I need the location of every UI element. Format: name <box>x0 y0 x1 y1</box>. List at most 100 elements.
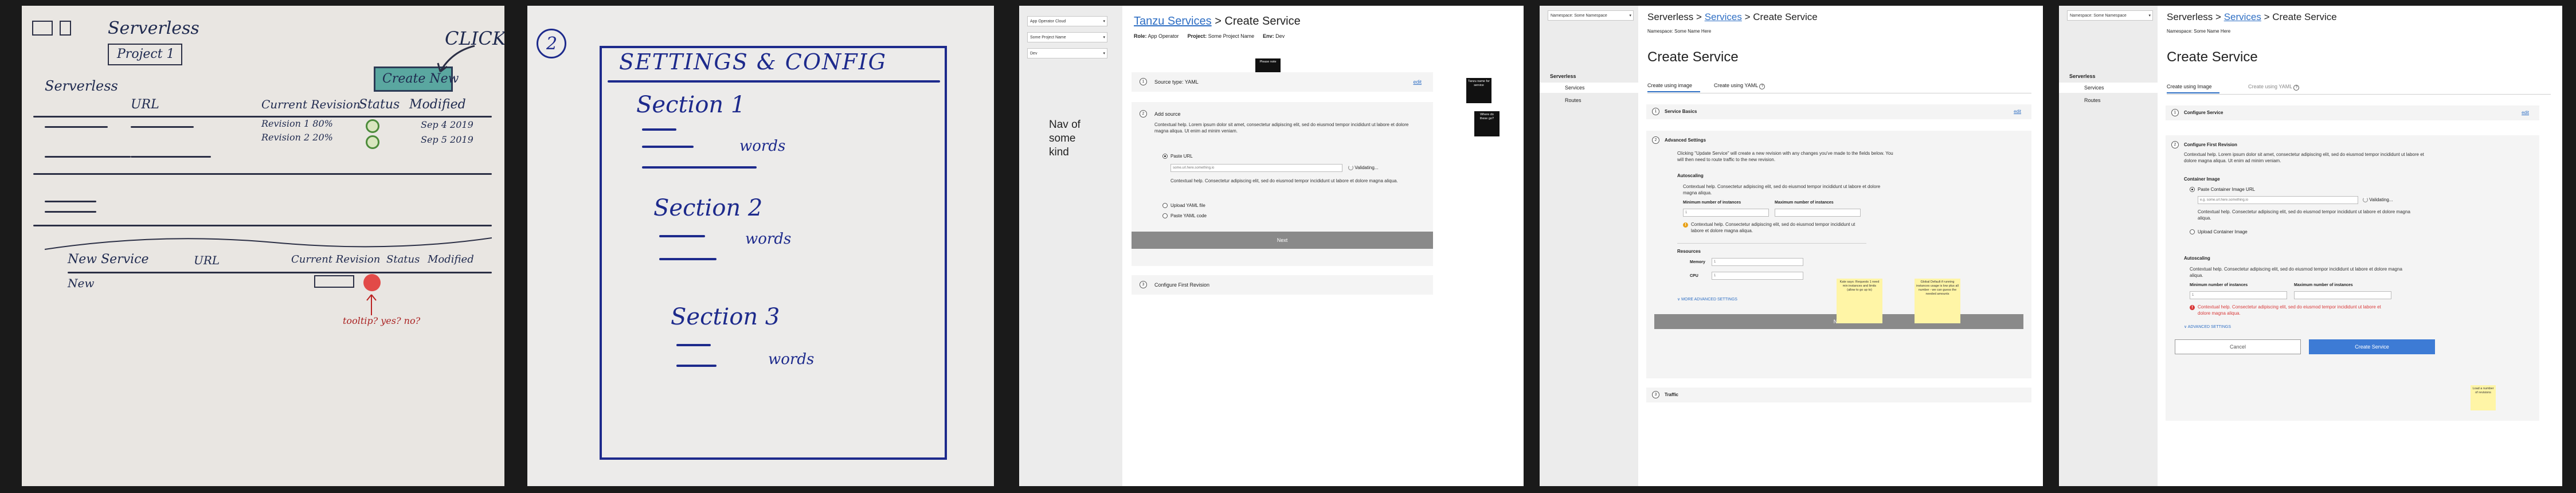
step-1-card[interactable]: 1 Service Basics edit <box>1646 104 2031 119</box>
create-service-button[interactable]: Create Service <box>2309 339 2435 354</box>
step-3-card[interactable]: 3 Traffic <box>1646 388 2031 402</box>
namespace-select-value: Namespace: Some Namespace <box>1551 14 1607 18</box>
advanced-settings-toggle[interactable]: ∨ ADVANCED SETTINGS <box>2184 324 2231 329</box>
breadcrumb-root: Serverless <box>2167 11 2213 22</box>
sketch-rule <box>68 272 492 273</box>
tab-create-using-image[interactable]: Create using Image <box>2167 84 2212 89</box>
breadcrumb-link-services[interactable]: Services <box>1705 11 1742 22</box>
wireframe-serverless-advanced-settings: Namespace: Some Namespace ▾ Serverless Se… <box>1540 6 2043 486</box>
sketch-scribble <box>45 201 96 202</box>
step-2-label: Configure First Revision <box>2184 142 2237 147</box>
container-url-input[interactable]: e.g. some.url.here.something.io <box>2198 196 2358 204</box>
side-nav-item-services[interactable]: Services <box>1540 83 1638 93</box>
sketch-col-3: Current Revision <box>261 97 361 111</box>
side-nav-title: Serverless <box>1550 73 1576 79</box>
step-2-label: Advanced Settings <box>1665 138 1706 143</box>
sketch-scribble <box>45 126 108 128</box>
radio-upload-container[interactable] <box>2190 229 2195 234</box>
memory-label: Memory <box>1690 260 1705 264</box>
sketch-words-2: words <box>745 230 792 248</box>
left-nav: App Operator Cloud ▾ Some Project Name ▾ D… <box>1019 6 1122 486</box>
sketch-rev-2: Revision 2 20% <box>261 132 333 143</box>
memory-input[interactable]: 1 <box>1712 258 1803 266</box>
sketch-heading-rule <box>608 80 940 83</box>
step-3-card[interactable]: 3 Configure First Revision <box>1132 275 1433 295</box>
radio-upload-container-label: Upload Container Image <box>2198 229 2248 234</box>
step-number: 2 <box>1140 110 1147 118</box>
cpu-label: CPU <box>1690 274 1698 278</box>
sketch-scribble <box>131 126 194 128</box>
yellow-sticky-note: Load a number of revisions <box>2471 385 2496 410</box>
side-nav-item-label: Services <box>1565 85 1585 91</box>
cancel-button[interactable]: Cancel <box>2175 339 2301 354</box>
min-instances-input[interactable]: 1 <box>1683 209 1769 217</box>
next-button[interactable]: Next <box>1132 232 1433 249</box>
step-1-edit-link[interactable]: edit <box>1413 79 1422 85</box>
step-1-edit-link[interactable]: edit <box>2014 109 2021 114</box>
left-nav: Namespace: Some Namespace ▾ Serverless Se… <box>2059 6 2158 486</box>
env-select[interactable]: Dev ▾ <box>1027 48 1107 58</box>
validating-text: Validating... <box>2369 197 2393 202</box>
radio-paste-yaml-label: Paste YAML code <box>1170 213 1207 218</box>
url-help: Contextual help. Consectetur adipiscing … <box>1170 178 1398 183</box>
advanced-settings-label: ADVANCED SETTINGS <box>2187 325 2232 329</box>
chevron-down-icon: ▾ <box>1629 14 1631 18</box>
page-title: Create Service <box>1647 49 1739 65</box>
max-instances-label: Maximum number of instances <box>1775 201 1834 205</box>
breadcrumb-link-tanzu-services[interactable]: Tanzu Services <box>1134 15 1212 28</box>
sketch-rule <box>33 225 492 226</box>
max-instances-label: Maximum number of instances <box>2294 283 2353 287</box>
min-instances-input[interactable]: 1 <box>2190 291 2287 299</box>
radio-upload-yaml-label: Upload YAML file <box>1170 203 1205 208</box>
tab-divider <box>2167 94 2551 95</box>
breadcrumb: Serverless > Services > Create Service <box>2167 11 2337 22</box>
validating-text: Validating... <box>1354 165 1379 170</box>
breadcrumb-link-services[interactable]: Services <box>2224 11 2261 22</box>
sketch-arrow-icon <box>437 45 475 73</box>
namespace-select[interactable]: Namespace: Some Namespace ▾ <box>1548 10 1634 21</box>
sketch-words-3: words <box>768 351 815 368</box>
project-label: Project: <box>1187 33 1207 39</box>
namespace-label: Namespace: Some Name Here <box>1647 29 1712 34</box>
sketch-col-1: Serverless <box>45 78 118 94</box>
tab-create-using-image[interactable]: Create using image <box>1647 83 1692 88</box>
side-nav-item-routes[interactable]: Routes <box>2084 97 2101 103</box>
black-sticky-note: Where do these go? <box>1474 111 1500 136</box>
cpu-input[interactable]: 1 <box>1712 272 1803 280</box>
sketch-red-arrow-icon <box>366 294 377 315</box>
max-instances-input[interactable] <box>2294 291 2391 299</box>
step-1-card[interactable]: 1 Source type: YAML edit <box>1132 72 1433 92</box>
sketch-settings-config: 2 SETTINGS & CONFIG Section 1 words Sect… <box>527 6 994 486</box>
env-label: Env: <box>1263 33 1274 39</box>
step-number: 1 <box>1652 108 1659 115</box>
side-nav-item-routes[interactable]: Routes <box>1565 97 1581 103</box>
org-select[interactable]: App Operator Cloud ▾ <box>1027 16 1107 26</box>
chevron-down-icon: ∨ <box>1677 298 1681 302</box>
sketch-rule <box>33 173 492 175</box>
radio-paste-url[interactable] <box>1162 154 1168 159</box>
max-instances-input[interactable] <box>1775 209 1861 217</box>
namespace-select[interactable]: Namespace: Some Namespace ▾ <box>2067 10 2153 21</box>
step-1-card[interactable]: 1 Configure Service edit <box>2166 105 2539 120</box>
sketch-project-tab-label: Project 1 <box>117 47 175 61</box>
sketch-serverless-list: Serverless Project 1 Create New CLICK Se… <box>22 6 504 486</box>
more-advanced-settings-toggle[interactable]: ∨ MORE ADVANCED SETTINGS <box>1677 297 1737 302</box>
step-1-edit-link[interactable]: edit <box>2522 110 2529 115</box>
sketch-rule <box>33 116 492 118</box>
project-select[interactable]: Some Project Name ▾ <box>1027 32 1107 42</box>
tab-create-using-yaml[interactable]: Create using YAML ? <box>2248 84 2300 91</box>
sketch-lower-col-3: Current Revision <box>291 253 381 265</box>
sketch-box <box>314 275 354 288</box>
url-input[interactable]: some.url.here.something.io <box>1170 164 1342 172</box>
step-2-help: Contextual help. Lorem ipsum dolor sit a… <box>2184 152 2424 163</box>
tab-create-using-yaml[interactable]: Create using YAML ? <box>1714 83 1765 89</box>
step-number: 3 <box>1140 281 1147 288</box>
spinner-icon <box>1348 165 1353 171</box>
radio-upload-yaml[interactable] <box>1162 203 1168 208</box>
sketch-project-tab: Project 1 <box>108 44 182 65</box>
radio-paste-yaml[interactable] <box>1162 213 1168 218</box>
side-nav-item-services[interactable]: Services <box>2059 83 2158 93</box>
step-2-card: 2 Configure First Revision Contextual he… <box>2166 135 2539 421</box>
radio-paste-container-url[interactable] <box>2190 187 2195 192</box>
sketch-scribble <box>642 128 676 131</box>
